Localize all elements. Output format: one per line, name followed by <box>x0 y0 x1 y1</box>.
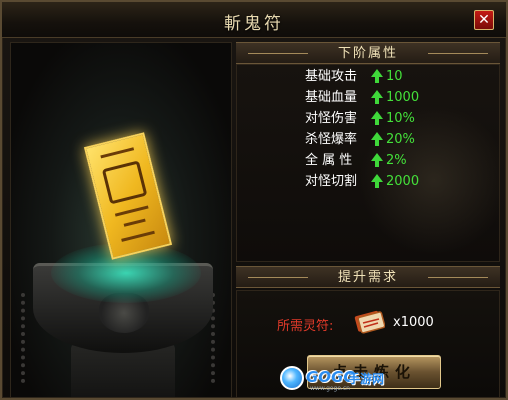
logo-sub: 手游网 <box>348 372 385 386</box>
stat-value: 2% <box>386 153 407 168</box>
stat-row: 基础攻击 10 <box>305 67 403 87</box>
chain-right <box>211 293 225 383</box>
stat-value: 20% <box>386 132 415 147</box>
stat-row: 对怪切割 2000 <box>305 172 419 192</box>
requirement-label: 所需灵符: <box>277 319 334 334</box>
stat-value: 10 <box>386 69 403 84</box>
stat-label: 对怪切割 <box>305 174 358 189</box>
up-arrow-icon <box>371 68 383 83</box>
stat-value: 1000 <box>386 90 420 105</box>
requirement-header: 提升需求 <box>236 266 500 288</box>
talisman-window: 斬鬼符 ✕ 下阶属性 基础攻击 10 基础血量 1000 对怪伤害 10% 杀怪… <box>0 0 508 400</box>
close-button[interactable]: ✕ <box>474 10 494 30</box>
talisman-item-icon <box>354 310 385 334</box>
requirement-header-label: 提升需求 <box>337 270 398 285</box>
stat-label: 基础攻击 <box>305 69 358 84</box>
up-arrow-icon <box>371 152 383 167</box>
up-arrow-icon <box>371 110 383 125</box>
stat-value: 10% <box>386 111 415 126</box>
stat-label: 对怪伤害 <box>305 111 358 126</box>
talisman-artwork <box>10 42 232 398</box>
title-bar: 斬鬼符 ✕ <box>2 2 506 38</box>
logo-url: www.gogo.cn <box>310 385 350 392</box>
up-arrow-icon <box>371 89 383 104</box>
stat-row: 杀怪爆率 20% <box>305 130 415 150</box>
up-arrow-icon <box>371 173 383 188</box>
stat-row: 全 属 性 2% <box>305 151 407 171</box>
up-arrow-icon <box>371 131 383 146</box>
logo-circle-icon <box>280 366 304 390</box>
stat-row: 对怪伤害 10% <box>305 109 415 129</box>
requirement-count: x1000 <box>393 315 434 330</box>
stat-label: 杀怪爆率 <box>305 132 358 147</box>
stat-value: 2000 <box>386 174 420 189</box>
site-watermark-logo: GOGO 手游网 www.gogo.cn <box>280 364 390 394</box>
talisman-icon <box>83 132 173 260</box>
attributes-header: 下阶属性 <box>236 42 500 64</box>
attributes-header-label: 下阶属性 <box>337 46 398 61</box>
stat-label: 全 属 性 <box>305 153 353 168</box>
attributes-panel: 基础攻击 10 基础血量 1000 对怪伤害 10% 杀怪爆率 20% 全 属 性 2% … <box>236 64 500 262</box>
stat-row: 基础血量 1000 <box>305 88 419 108</box>
stat-label: 基础血量 <box>305 90 358 105</box>
window-title: 斬鬼符 <box>224 14 284 34</box>
